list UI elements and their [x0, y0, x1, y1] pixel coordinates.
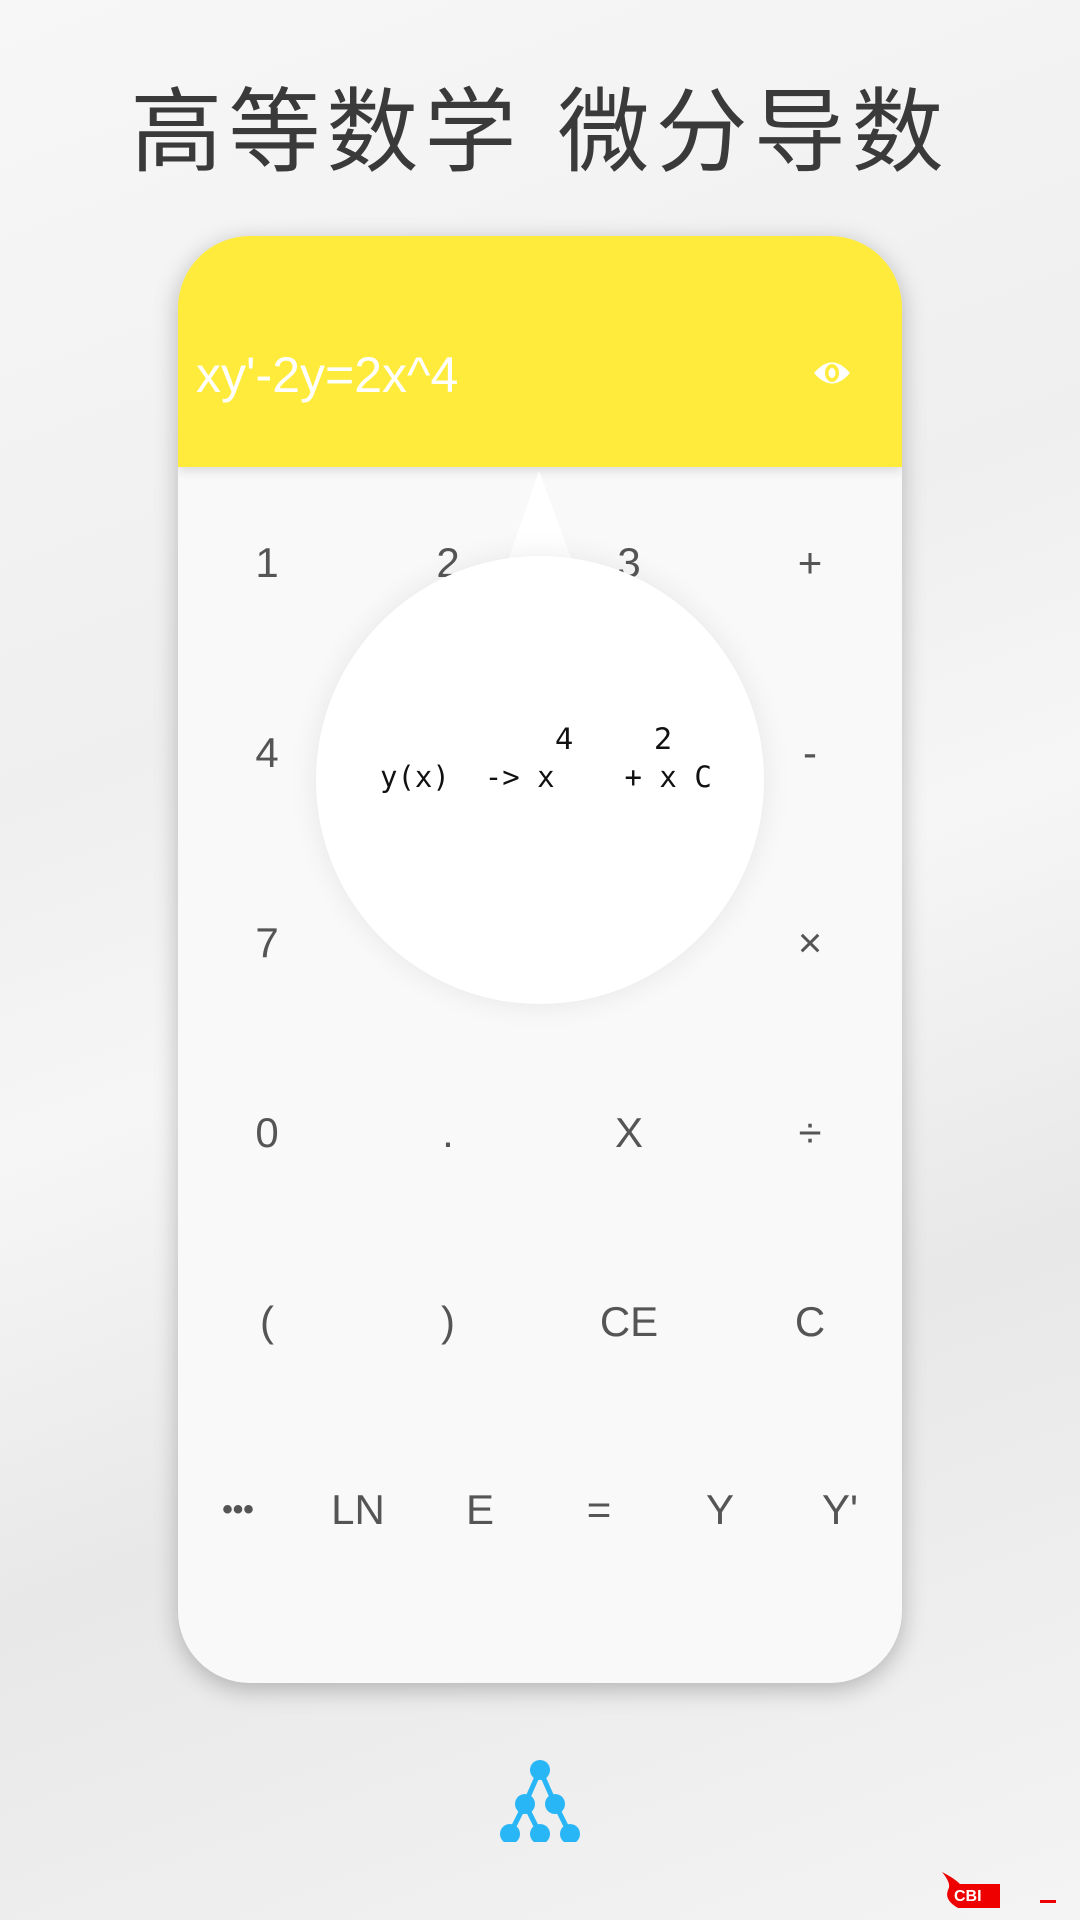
key-button[interactable]: 7: [187, 913, 347, 973]
svg-text:CBI: CBI: [954, 1888, 982, 1905]
result-constant: C: [694, 760, 712, 794]
key-button[interactable]: X: [549, 1103, 709, 1163]
key-button[interactable]: 1: [187, 533, 347, 593]
tree-network-icon: [500, 1760, 580, 1842]
key-button[interactable]: CE: [549, 1292, 709, 1352]
result-plus: +: [624, 760, 642, 794]
result-term: x: [537, 760, 555, 794]
key-button[interactable]: ×: [730, 913, 890, 973]
key-button[interactable]: ): [368, 1292, 528, 1352]
key-button[interactable]: ÷: [730, 1103, 890, 1163]
key-button[interactable]: C: [730, 1292, 890, 1352]
page-title: 高等数学 微分导数: [130, 79, 950, 186]
exponent: 2: [654, 722, 673, 756]
key-button[interactable]: .: [368, 1103, 528, 1163]
exponent: 4: [555, 722, 574, 756]
key-button[interactable]: (: [187, 1292, 347, 1352]
key-button[interactable]: 0: [187, 1103, 347, 1163]
key-button[interactable]: Y': [760, 1480, 902, 1540]
result-text: y(x) -> x + x C: [380, 760, 712, 794]
expression-header: xy'-2y=2x^4: [178, 236, 902, 467]
eye-icon[interactable]: [812, 358, 852, 388]
watermark-logo: CBI: [942, 1872, 1056, 1908]
result-lhs: y(x) ->: [380, 760, 520, 794]
key-button[interactable]: +: [730, 533, 890, 593]
result-term: x: [659, 760, 677, 794]
expression-display[interactable]: xy'-2y=2x^4: [196, 346, 458, 404]
